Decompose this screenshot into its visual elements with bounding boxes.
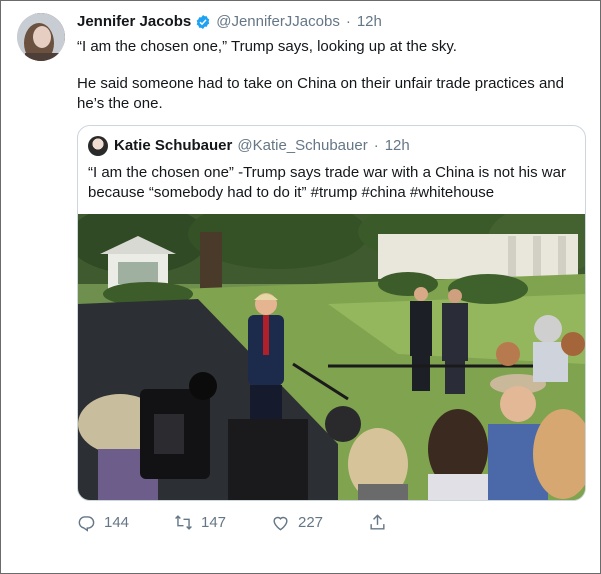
like-count: 227: [298, 514, 324, 531]
reply-count: 144: [104, 514, 130, 531]
quoted-tweet[interactable]: Katie Schubauer @Katie_Schubauer · 12h “…: [77, 125, 586, 501]
verified-badge-icon: [196, 14, 210, 29]
separator-dot: ·: [373, 137, 379, 154]
tweet-card: Jennifer Jacobs @JenniferJJacobs · 12h “…: [0, 0, 601, 574]
retweet-count: 147: [201, 514, 227, 531]
quoted-media-photo[interactable]: [78, 214, 585, 500]
tweet-header: Jennifer Jacobs @JenniferJJacobs · 12h: [77, 13, 382, 30]
author-avatar[interactable]: [17, 13, 65, 61]
retweet-icon: [175, 515, 192, 530]
tweet-actions: 144 147 227: [77, 513, 387, 532]
tweet-paragraph: “I am the chosen one,” Trump says, looki…: [77, 38, 457, 55]
quoted-header: Katie Schubauer @Katie_Schubauer · 12h: [114, 137, 410, 154]
share-button[interactable]: [368, 513, 387, 532]
quoted-author-handle: @Katie_Schubauer: [237, 137, 368, 154]
tweet-timestamp[interactable]: 12h: [357, 13, 382, 30]
quoted-timestamp: 12h: [384, 137, 410, 154]
share-icon: [370, 514, 385, 530]
quoted-author-avatar: [88, 136, 108, 156]
avatar-photo: [17, 13, 65, 61]
like-button[interactable]: 227: [271, 513, 368, 532]
retweet-button[interactable]: 147: [174, 513, 271, 532]
author-name[interactable]: Jennifer Jacobs: [77, 13, 191, 30]
quoted-text: “I am the chosen one” -Trump says trade …: [88, 164, 566, 201]
tweet-text: “I am the chosen one,” Trump says, looki…: [77, 37, 582, 131]
quoted-author-name: Katie Schubauer: [114, 137, 233, 154]
reply-icon: [78, 516, 95, 532]
heart-icon: [273, 516, 288, 531]
author-handle[interactable]: @JenniferJJacobs: [216, 13, 340, 30]
tweet-paragraph: He said someone had to take on China on …: [77, 75, 564, 112]
separator-dot: ·: [345, 13, 351, 30]
reply-button[interactable]: 144: [77, 513, 174, 532]
